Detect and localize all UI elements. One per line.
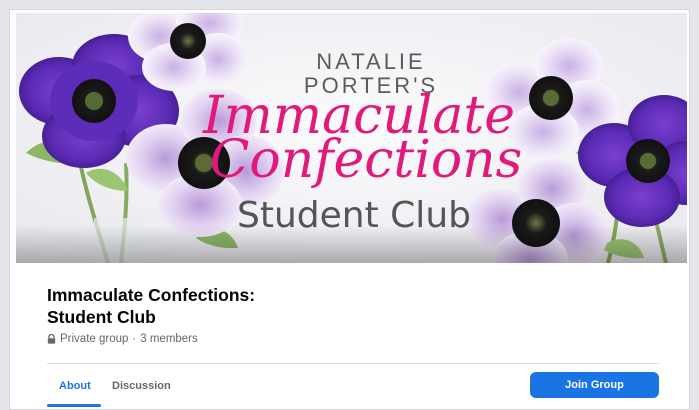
group-meta: Private group · 3 members	[47, 333, 198, 345]
tab-about[interactable]: About	[59, 380, 91, 392]
cover-title-line1: NATALIE	[316, 49, 425, 74]
cover-script-line2: Confections	[210, 130, 523, 190]
join-group-button[interactable]: Join Group	[530, 372, 659, 398]
cover-photo: NATALIE PORTER'S Immaculate Confections …	[16, 13, 687, 263]
group-name: Immaculate Confections: Student Club	[47, 284, 407, 328]
group-name-line1: Immaculate Confections:	[47, 285, 256, 305]
lock-icon	[47, 334, 56, 344]
member-count[interactable]: 3 members	[140, 333, 198, 345]
active-tab-indicator	[47, 404, 101, 407]
tab-discussion[interactable]: Discussion	[112, 380, 171, 392]
meta-separator: ·	[132, 333, 137, 345]
header-divider	[47, 363, 660, 364]
group-name-line2: Student Club	[47, 307, 156, 327]
cover-shadow	[16, 225, 687, 263]
privacy-label: Private group	[60, 333, 129, 345]
